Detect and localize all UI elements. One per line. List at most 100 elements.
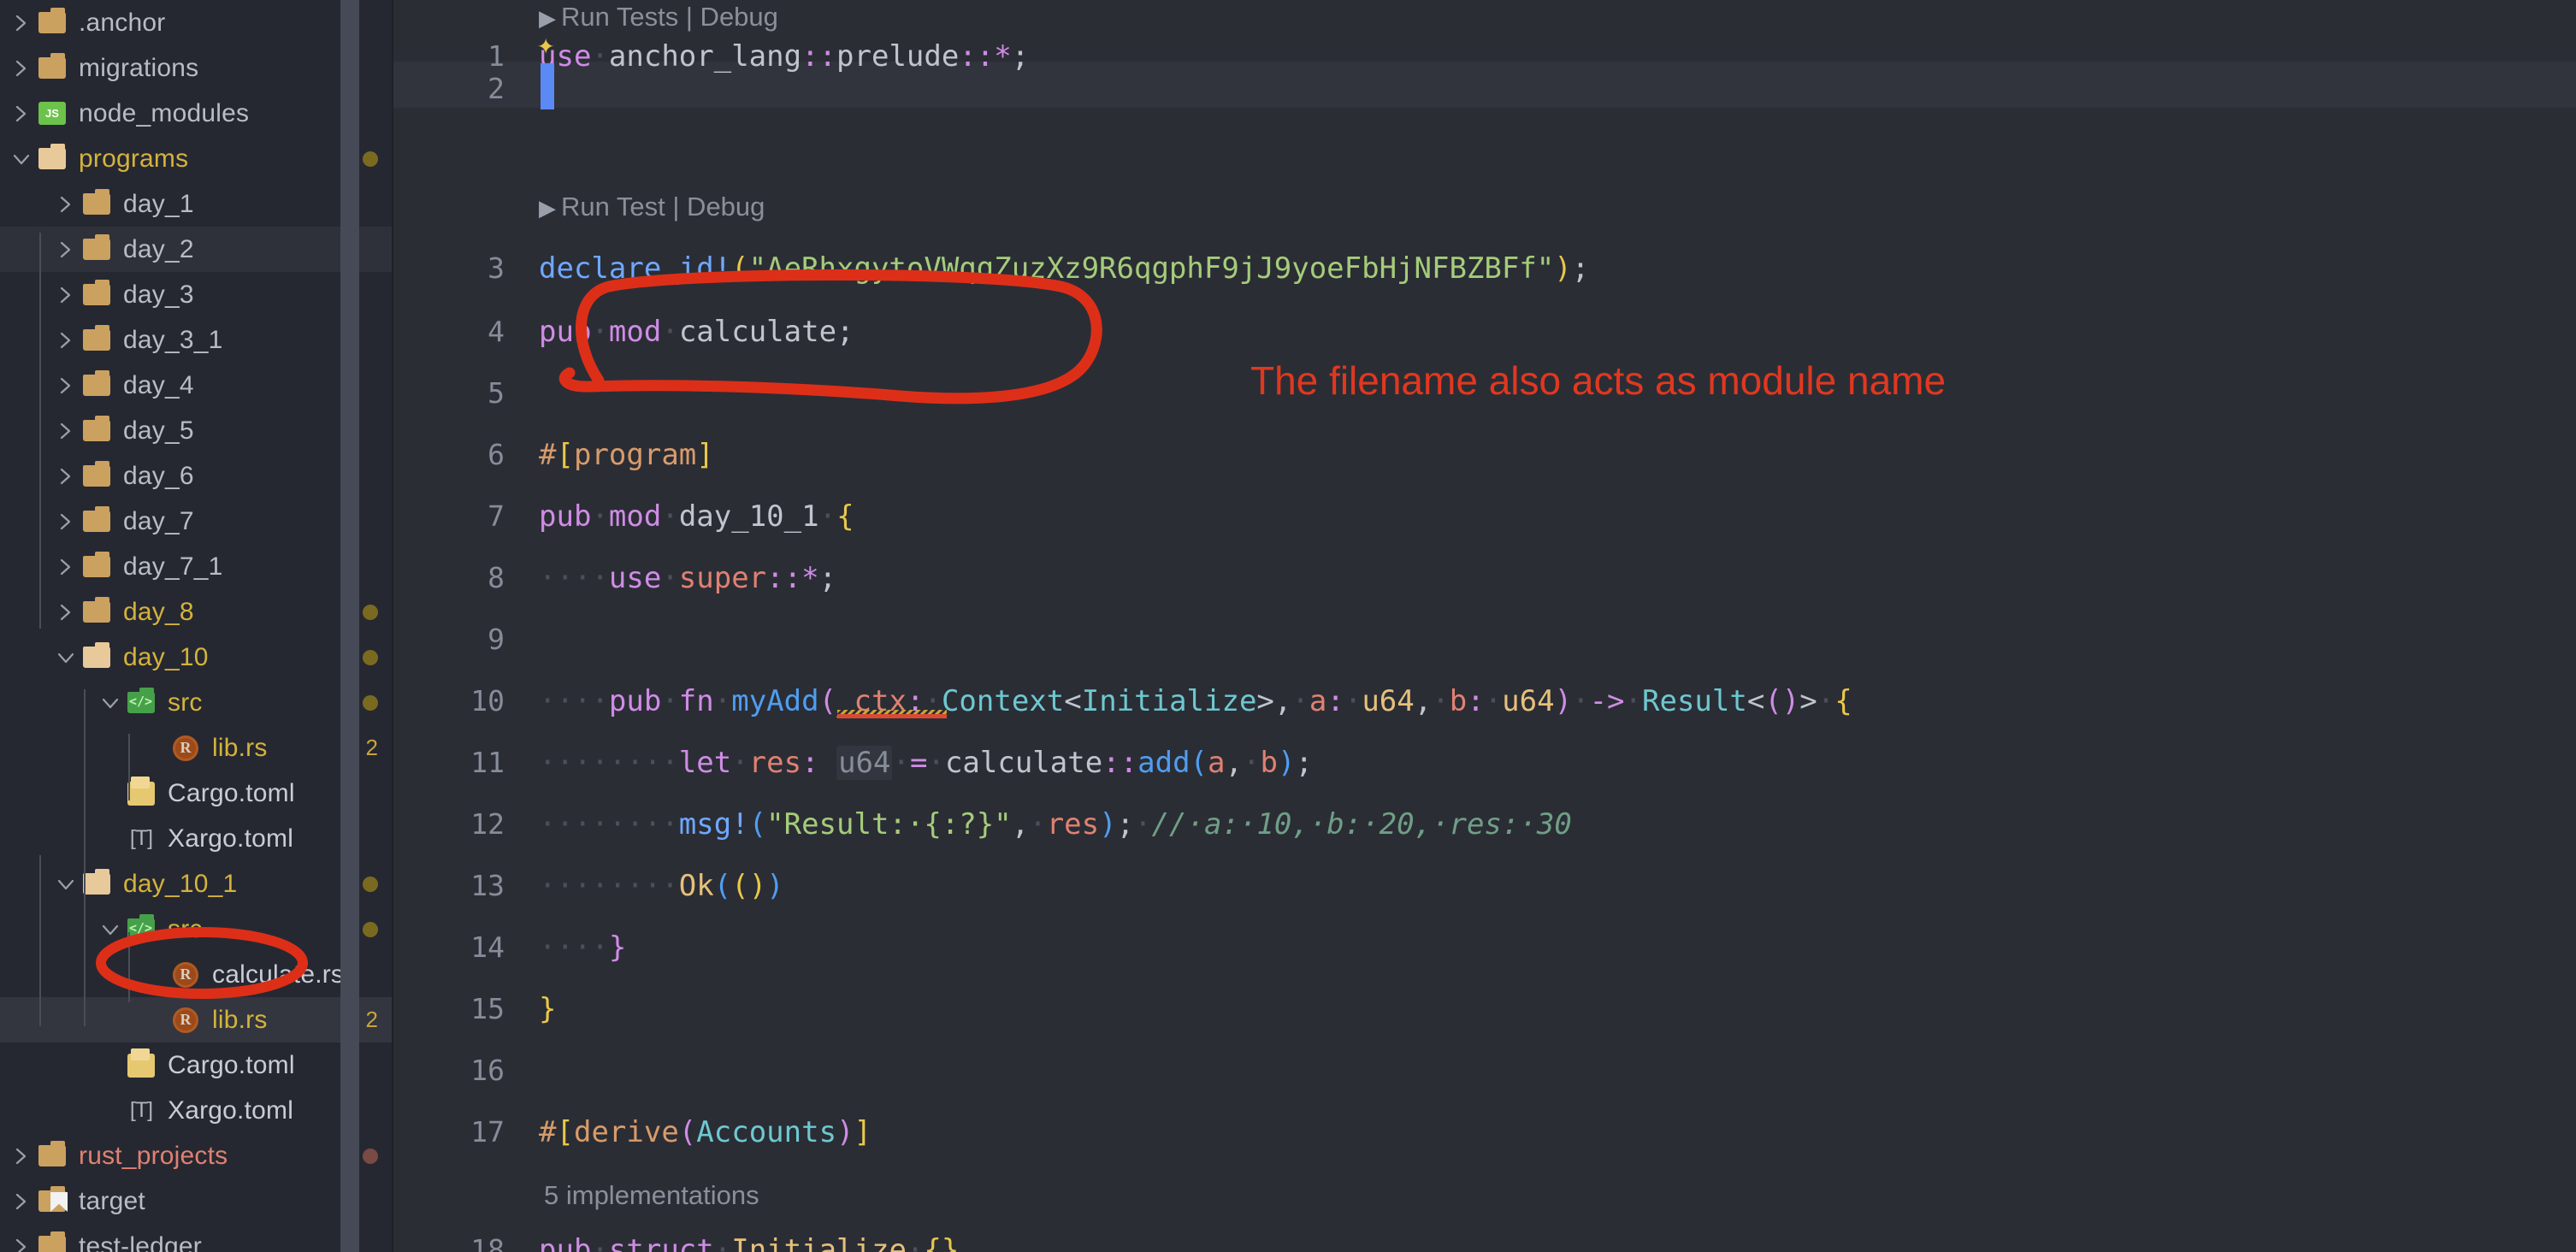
folder-open-icon <box>36 136 68 181</box>
chevron-right-icon[interactable] <box>7 0 36 45</box>
folder-icon <box>38 1141 66 1166</box>
folder-open-icon <box>83 869 110 895</box>
ai-suggestion-star-icon[interactable]: ✦ <box>537 14 554 75</box>
chevron-down-icon[interactable] <box>96 680 125 725</box>
tree-item-label: rust_projects <box>79 1141 228 1170</box>
tree-item-day-3-1[interactable]: day_3_1 <box>0 317 393 363</box>
tree-item-day-1[interactable]: day_1 <box>0 181 393 227</box>
tree-item-cargo-toml[interactable]: Cargo.toml <box>0 1042 393 1088</box>
tree-item-label: day_6 <box>123 461 194 490</box>
code-line[interactable]: ········let·res: u64·=·calculate::add(a,… <box>539 732 1313 794</box>
chevron-right-icon[interactable] <box>51 453 80 499</box>
chevron-right-icon[interactable] <box>51 317 80 363</box>
project-tree-sidebar[interactable]: .anchor migrations node_modules programs day… <box>0 0 393 1252</box>
tree-item-test-ledger[interactable]: test-ledger <box>0 1224 393 1252</box>
tree-item-day-6[interactable]: day_6 <box>0 453 393 499</box>
chevron-right-icon[interactable] <box>51 408 80 453</box>
line-number: 12 <box>470 807 505 841</box>
chevron-right-icon[interactable] <box>7 1224 36 1252</box>
code-line[interactable]: } <box>539 978 556 1040</box>
tree-item-xargo-toml[interactable]: [T] Xargo.toml <box>0 816 393 861</box>
code-line[interactable]: ····pub·fn·myAdd(_ctx:·Context<Initializ… <box>539 670 1852 732</box>
code-lens[interactable]: ▶ Run Test | Debug <box>539 176 765 239</box>
line-number: 3 <box>487 251 505 285</box>
tree-item-node-modules[interactable]: node_modules <box>0 91 393 136</box>
chevron-right-icon[interactable] <box>7 45 36 91</box>
code-line[interactable]: ····} <box>539 917 626 978</box>
vcs-status-dot <box>363 921 378 937</box>
tree-item-src[interactable]: src <box>0 680 393 725</box>
tree-item--anchor[interactable]: .anchor <box>0 0 393 45</box>
chevron-down-icon[interactable] <box>7 136 36 181</box>
chevron-right-icon[interactable] <box>51 589 80 635</box>
warning-squiggle <box>837 710 947 718</box>
tree-item-day-8[interactable]: day_8 <box>0 589 393 635</box>
chevron-right-icon[interactable] <box>7 91 36 136</box>
code-line[interactable]: pub·mod·calculate; <box>539 301 854 363</box>
chevron-none-icon <box>96 816 125 861</box>
tree-item-target[interactable]: target <box>0 1178 393 1224</box>
code-line[interactable]: ········msg!("Result:·{:?}",·res);·//·a:… <box>539 794 1572 855</box>
tree-item-day-7[interactable]: day_7 <box>0 499 393 544</box>
tree-item-cargo-toml[interactable]: Cargo.toml <box>0 771 393 816</box>
tree-item-xargo-toml[interactable]: [T] Xargo.toml <box>0 1088 393 1133</box>
tree-item-calculate-rs[interactable]: Rcalculate.rs <box>0 952 393 997</box>
vcs-status-dot <box>363 876 378 892</box>
tree-item-label: src <box>168 688 203 717</box>
tree-item-migrations[interactable]: migrations <box>0 45 393 91</box>
tree-item-label: day_5 <box>123 416 194 445</box>
chevron-right-icon[interactable] <box>51 227 80 272</box>
code-line[interactable]: #[derive(Accounts)] <box>539 1101 871 1163</box>
tree-item-day-7-1[interactable]: day_7_1 <box>0 544 393 589</box>
chevron-right-icon[interactable] <box>51 544 80 589</box>
chevron-down-icon[interactable] <box>51 861 80 907</box>
code-lens-label[interactable]: 5 implementations <box>544 1180 759 1210</box>
code-lens[interactable]: 5 implementations <box>539 1165 759 1227</box>
folder-icon <box>80 499 113 544</box>
tree-item-day-10[interactable]: day_10 <box>0 635 393 680</box>
code-line[interactable]: #[program] <box>539 424 714 486</box>
tree-item-lib-rs[interactable]: Rlib.rs 2 <box>0 997 393 1042</box>
code-lens[interactable]: ▶ Run Tests | Debug <box>539 0 778 49</box>
line-number: 8 <box>487 561 505 594</box>
code-line[interactable]: declare_id!("AeRhxgytoVWqgZuzXz9R6qgphF9… <box>539 238 1589 299</box>
tree-item-label: Cargo.toml <box>168 778 295 807</box>
tree-item-programs[interactable]: programs <box>0 136 393 181</box>
chevron-down-icon[interactable] <box>96 907 125 952</box>
tree-item-day-4[interactable]: day_4 <box>0 363 393 408</box>
tree-item-lib-rs[interactable]: Rlib.rs 2 <box>0 725 393 771</box>
play-triangle-icon[interactable]: ▶ <box>539 195 556 221</box>
file-tree[interactable]: .anchor migrations node_modules programs day… <box>0 0 393 1252</box>
tree-item-label: lib.rs <box>212 733 268 762</box>
tree-item-day-5[interactable]: day_5 <box>0 408 393 453</box>
tree-item-label: Cargo.toml <box>168 1050 295 1079</box>
tree-item-day-3[interactable]: day_3 <box>0 272 393 317</box>
tree-item-day-10-1[interactable]: day_10_1 <box>0 861 393 907</box>
code-line[interactable]: ····use·super::*; <box>539 547 836 609</box>
line-number: 11 <box>470 746 505 779</box>
code-lens-label[interactable]: Run Tests | Debug <box>561 2 778 32</box>
chevron-down-icon[interactable] <box>51 635 80 680</box>
chevron-right-icon[interactable] <box>51 499 80 544</box>
code-line[interactable]: pub·mod·day_10_1·{ <box>539 486 854 547</box>
tree-item-src[interactable]: src <box>0 907 393 952</box>
code-editor[interactable]: 1 use·anchor_lang::prelude::*; 2 3 declare_i… <box>393 0 2576 1252</box>
rust-file-icon: R <box>173 961 198 988</box>
chevron-right-icon[interactable] <box>51 363 80 408</box>
code-line[interactable]: ········Ok(()) <box>539 855 784 917</box>
tree-item-rust-projects[interactable]: rust_projects <box>0 1133 393 1178</box>
sidebar-scrollbar[interactable] <box>340 0 359 1252</box>
folder-icon <box>80 453 113 499</box>
tree-item-label: day_7 <box>123 506 194 535</box>
cargo-icon <box>127 1048 155 1078</box>
chevron-right-icon[interactable] <box>51 272 80 317</box>
rust-file-icon: R <box>173 735 198 761</box>
code-lens-label[interactable]: Run Test | Debug <box>561 192 765 221</box>
chevron-none-icon <box>96 771 125 816</box>
chevron-right-icon[interactable] <box>7 1178 36 1224</box>
chevron-right-icon[interactable] <box>51 181 80 227</box>
chevron-none-icon <box>96 1042 125 1088</box>
chevron-right-icon[interactable] <box>7 1133 36 1178</box>
folder-icon <box>80 589 113 635</box>
tree-item-day-2[interactable]: day_2 <box>0 227 393 272</box>
